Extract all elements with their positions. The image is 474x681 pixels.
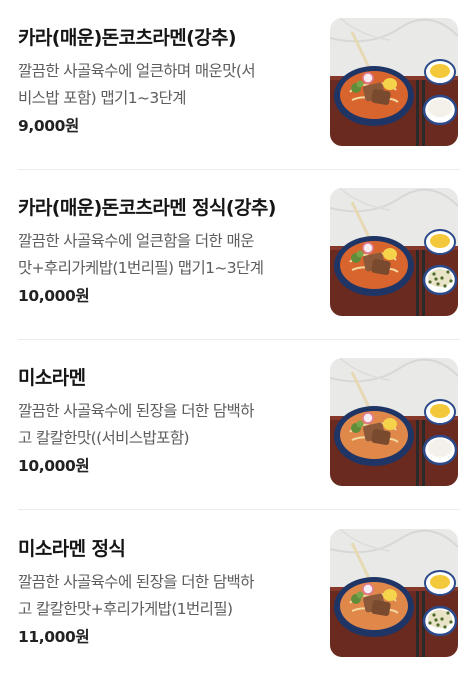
menu-item-name: 미소라멘 정식 (18, 538, 126, 560)
menu-list: 카라(매운)돈코츠라멘(강추) 깔끔한 사골육수에 얼큰하며 매운맛(서 비스밥… (0, 0, 474, 681)
menu-item-price: 10,000원 (18, 457, 90, 475)
menu-item-name: 미소라멘 (18, 367, 86, 389)
menu-item[interactable]: 카라(매운)돈코츠라멘(강추) 깔끔한 사골육수에 얼큰하며 매운맛(서 비스밥… (0, 0, 474, 170)
menu-item-price: 10,000원 (18, 287, 90, 305)
menu-item-description: 깔끔한 사골육수에 얼큰함을 더한 매운 맛+후리가케밥(1번리필) 맵기1~3… (18, 228, 318, 282)
description-line: 비스밥 포함) 맵기1~3단계 (18, 89, 187, 107)
description-line: 고 칼칼한맛+후리가게밥(1번리필) (18, 600, 233, 618)
menu-item[interactable]: 카라(매운)돈코츠라멘 정식(강추) 깔끔한 사골육수에 얼큰함을 더한 매운 … (0, 170, 474, 340)
menu-item-price: 9,000원 (18, 117, 79, 135)
menu-item-description: 깔끔한 사골육수에 된장을 더한 담백하 고 칼칼한맛((서비스밥포함) (18, 398, 318, 452)
description-line: 깔끔한 사골육수에 된장을 더한 담백하 (18, 402, 254, 420)
menu-item-photo[interactable] (330, 18, 458, 146)
menu-item-photo[interactable] (330, 529, 458, 657)
menu-item-photo[interactable] (330, 188, 458, 316)
menu-item-description: 깔끔한 사골육수에 얼큰하며 매운맛(서 비스밥 포함) 맵기1~3단계 (18, 58, 318, 112)
description-line: 깔끔한 사골육수에 얼큰함을 더한 매운 (18, 232, 254, 250)
menu-item[interactable]: 미소라멘 정식 깔끔한 사골육수에 된장을 더한 담백하 고 칼칼한맛+후리가게… (0, 511, 474, 681)
description-line: 고 칼칼한맛((서비스밥포함) (18, 429, 190, 447)
menu-item[interactable]: 미소라멘 깔끔한 사골육수에 된장을 더한 담백하 고 칼칼한맛((서비스밥포함… (0, 340, 474, 510)
description-line: 깔끔한 사골육수에 얼큰하며 매운맛(서 (18, 62, 256, 80)
menu-item-price: 11,000원 (18, 628, 90, 646)
description-line: 깔끔한 사골육수에 된장을 더한 담백하 (18, 573, 254, 591)
description-line: 맛+후리가케밥(1번리필) 맵기1~3단계 (18, 259, 264, 277)
menu-item-photo[interactable] (330, 358, 458, 486)
menu-item-description: 깔끔한 사골육수에 된장을 더한 담백하 고 칼칼한맛+후리가게밥(1번리필) (18, 569, 318, 623)
divider (18, 509, 460, 510)
menu-item-name: 카라(매운)돈코츠라멘(강추) (18, 27, 237, 49)
menu-item-name: 카라(매운)돈코츠라멘 정식(강추) (18, 197, 276, 219)
